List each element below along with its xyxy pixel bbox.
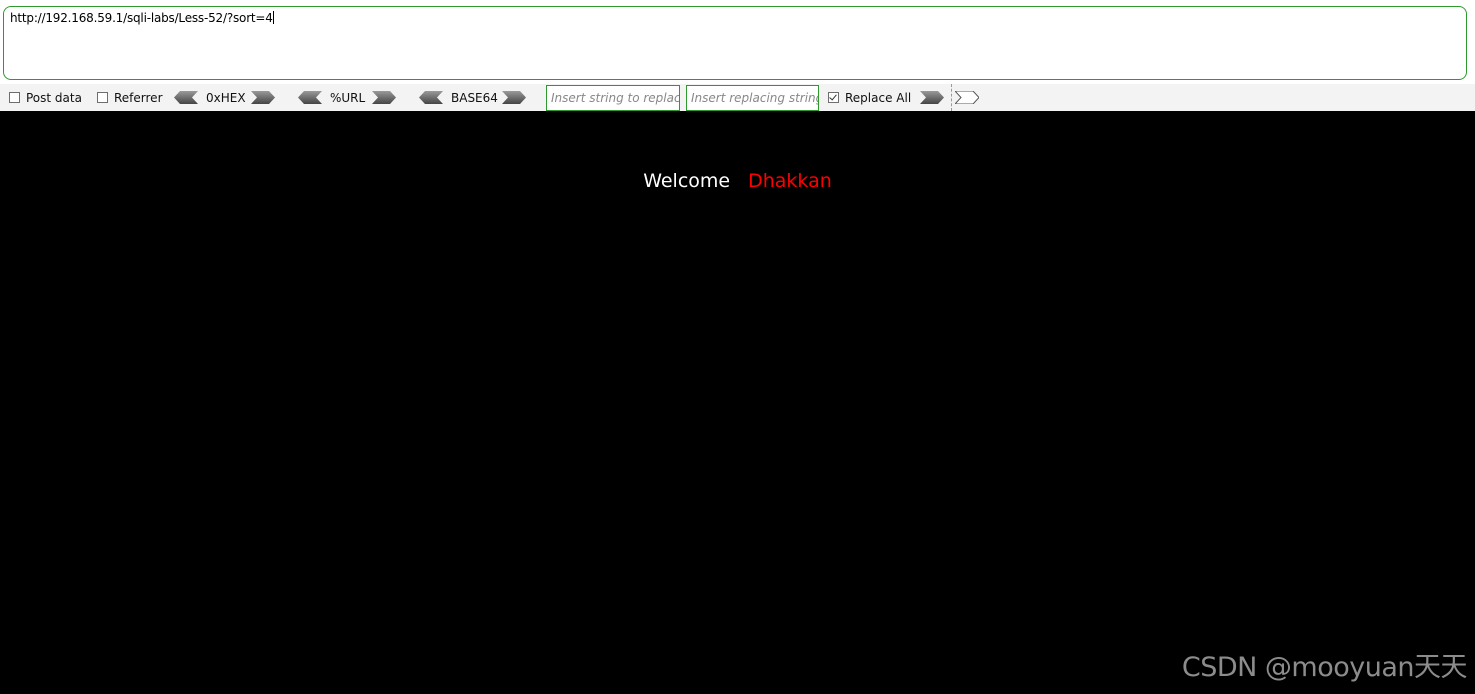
double-chevron-left-icon: [419, 91, 443, 104]
hex-label: 0xHEX: [206, 90, 246, 105]
double-chevron-left-icon: [174, 91, 198, 104]
execute-button[interactable]: [955, 91, 979, 104]
hex-decode-button[interactable]: [174, 91, 198, 104]
replace-all-checkbox[interactable]: [828, 92, 839, 103]
toolbar-divider: [951, 84, 952, 111]
welcome-message: Welcome Dhakkan: [0, 170, 1475, 192]
double-chevron-left-icon: [298, 91, 322, 104]
url-decode-button[interactable]: [298, 91, 322, 104]
referrer-toggle[interactable]: Referrer: [97, 84, 163, 111]
url-text: http://192.168.59.1/sqli-labs/Less-52/?s…: [10, 11, 273, 25]
double-chevron-right-icon: [502, 91, 526, 104]
referrer-label: Referrer: [114, 90, 163, 105]
double-chevron-right-icon: [251, 91, 275, 104]
double-chevron-right-icon: [372, 91, 396, 104]
post-data-toggle[interactable]: Post data: [9, 84, 82, 111]
welcome-text: Welcome: [643, 170, 731, 192]
replace-with-input[interactable]: Insert replacing string: [686, 85, 819, 111]
url-encode-button[interactable]: [372, 91, 396, 104]
post-data-label: Post data: [26, 90, 82, 105]
post-data-checkbox[interactable]: [9, 92, 20, 103]
replace-all-label: Replace All: [845, 90, 912, 105]
hex-encode-button[interactable]: [251, 91, 275, 104]
text-caret: [272, 11, 274, 24]
base64-encode-button[interactable]: [502, 91, 526, 104]
replace-run-button[interactable]: [920, 91, 944, 104]
replace-search-input[interactable]: Insert string to replace: [546, 85, 680, 111]
base64-label: BASE64: [451, 90, 498, 105]
url-encode-label: %URL: [330, 90, 366, 105]
hackbar-toolbar: Post data Referrer 0xHEX %URL BASE64 Ins…: [0, 84, 1475, 111]
username-text: Dhakkan: [748, 170, 832, 192]
hackbar-panel: http://192.168.59.1/sqli-labs/Less-52/?s…: [0, 0, 1475, 111]
base64-decode-button[interactable]: [419, 91, 443, 104]
referrer-checkbox[interactable]: [97, 92, 108, 103]
watermark: CSDN @mooyuan天天: [1181, 652, 1468, 683]
double-chevron-right-icon: [955, 91, 979, 104]
replace-all-toggle[interactable]: Replace All: [828, 84, 911, 111]
double-chevron-right-icon: [920, 91, 944, 104]
url-input[interactable]: http://192.168.59.1/sqli-labs/Less-52/?s…: [3, 6, 1467, 80]
